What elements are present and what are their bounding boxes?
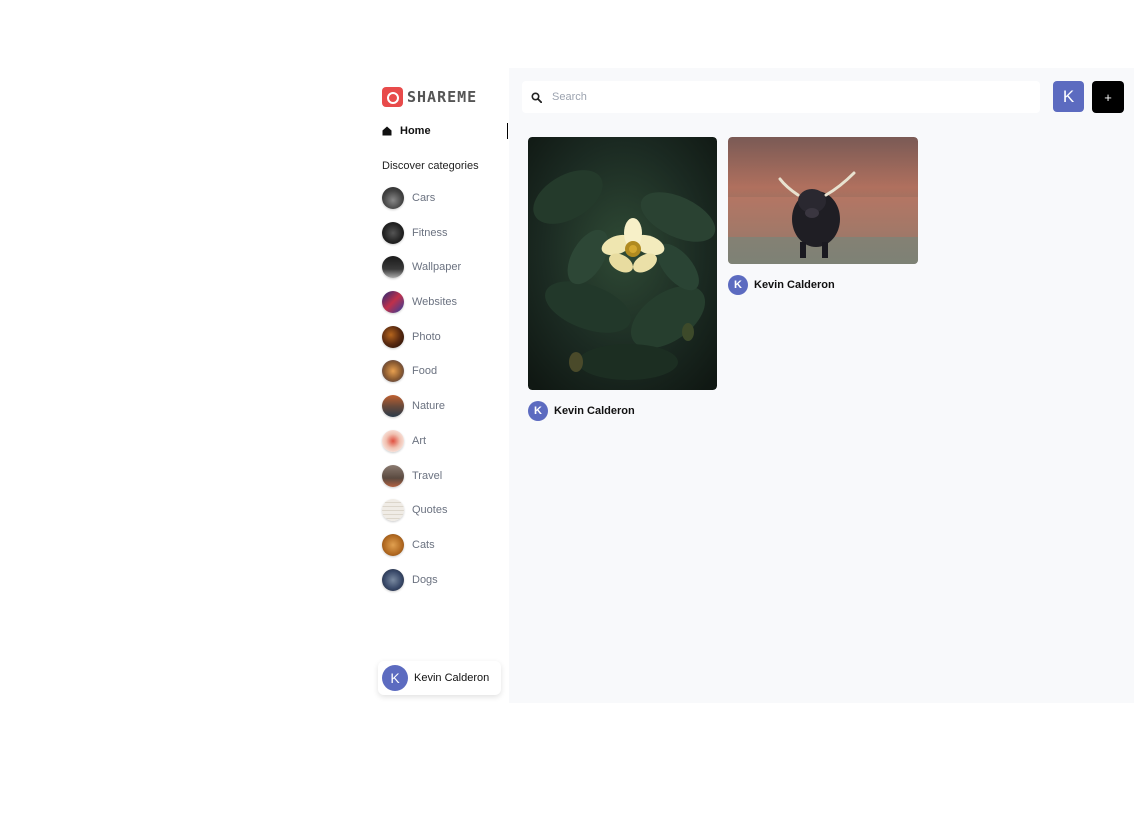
- sidebar-item-label: Nature: [412, 400, 446, 413]
- main-feed: K +: [509, 68, 1134, 703]
- avatar: K: [528, 401, 548, 421]
- user-profile-card[interactable]: K Kevin Calderon: [378, 661, 501, 695]
- sidebar-item-home[interactable]: Home: [382, 123, 508, 139]
- photo-thumbnail: [382, 325, 404, 348]
- header-avatar[interactable]: K: [1053, 81, 1084, 112]
- sidebar-item-websites[interactable]: Websites: [382, 291, 461, 314]
- sidebar-item-label: Fitness: [412, 226, 448, 239]
- pin-card[interactable]: K Kevin Calderon: [728, 137, 918, 295]
- food-thumbnail: [382, 360, 404, 383]
- dogs-thumbnail: [382, 568, 404, 591]
- fitness-thumbnail: [382, 221, 404, 244]
- travel-thumbnail: [382, 464, 404, 487]
- categories-heading: Discover categories: [382, 160, 479, 172]
- pin-image[interactable]: [528, 137, 717, 390]
- pin-image[interactable]: [728, 137, 918, 264]
- sidebar-item-label: Art: [412, 434, 427, 447]
- sidebar-item-label: Wallpaper: [412, 261, 462, 274]
- sidebar-item-label: Websites: [412, 296, 458, 309]
- sidebar-item-cats[interactable]: Cats: [382, 533, 461, 556]
- sidebar-item-art[interactable]: Art: [382, 429, 461, 452]
- sidebar-item-nature[interactable]: Nature: [382, 395, 461, 418]
- sidebar-item-label: Quotes: [412, 504, 448, 517]
- sidebar-item-travel[interactable]: Travel: [382, 464, 461, 487]
- art-thumbnail: [382, 429, 404, 452]
- sidebar-item-wallpaper[interactable]: Wallpaper: [382, 256, 462, 279]
- pin-author-name: Kevin Calderon: [554, 405, 635, 417]
- pin-card[interactable]: K Kevin Calderon: [528, 137, 717, 421]
- add-pin-button[interactable]: +: [1092, 81, 1124, 113]
- cats-thumbnail: [382, 533, 404, 556]
- home-icon: [382, 126, 392, 136]
- brand-name: SHAREME: [407, 88, 478, 106]
- sidebar-item-label: Cars: [412, 192, 436, 204]
- sidebar-item-label: Cats: [412, 538, 435, 551]
- search-bar[interactable]: [522, 81, 1040, 113]
- sidebar-item-food[interactable]: Food: [382, 360, 461, 383]
- quotes-thumbnail: [382, 499, 404, 522]
- sidebar-item-label: Photo: [412, 330, 441, 343]
- car-thumbnail: [382, 187, 404, 209]
- pin-author[interactable]: K Kevin Calderon: [528, 401, 717, 421]
- sidebar: SHAREME Home Discover categories Cars Fi…: [374, 68, 509, 703]
- pin-author-name: Kevin Calderon: [754, 279, 835, 291]
- sidebar-item-label: Dogs: [412, 573, 438, 586]
- sidebar-item-fitness[interactable]: Fitness: [382, 221, 461, 244]
- brand-logo[interactable]: SHAREME: [382, 87, 477, 107]
- sidebar-item-cars[interactable]: Cars: [382, 187, 461, 209]
- user-name: Kevin Calderon: [414, 672, 490, 684]
- sidebar-item-dogs[interactable]: Dogs: [382, 568, 461, 591]
- search-icon: [531, 91, 542, 103]
- sidebar-item-photo[interactable]: Photo: [382, 325, 461, 348]
- nature-thumbnail: [382, 395, 404, 418]
- wallpaper-thumbnail: [382, 256, 404, 279]
- websites-thumbnail: [382, 291, 404, 314]
- camera-icon: [382, 87, 403, 107]
- category-list: Cars Fitness Wallpaper Websites Photo Fo…: [382, 187, 461, 603]
- sidebar-item-label: Food: [412, 365, 438, 378]
- sidebar-item-quotes[interactable]: Quotes: [382, 499, 461, 522]
- app: SHAREME Home Discover categories Cars Fi…: [374, 68, 1134, 703]
- avatar: K: [382, 665, 408, 691]
- sidebar-item-label: Home: [400, 125, 431, 137]
- sidebar-item-label: Travel: [412, 469, 443, 482]
- pin-author[interactable]: K Kevin Calderon: [728, 275, 918, 295]
- avatar: K: [728, 275, 748, 295]
- search-input[interactable]: [550, 90, 1024, 104]
